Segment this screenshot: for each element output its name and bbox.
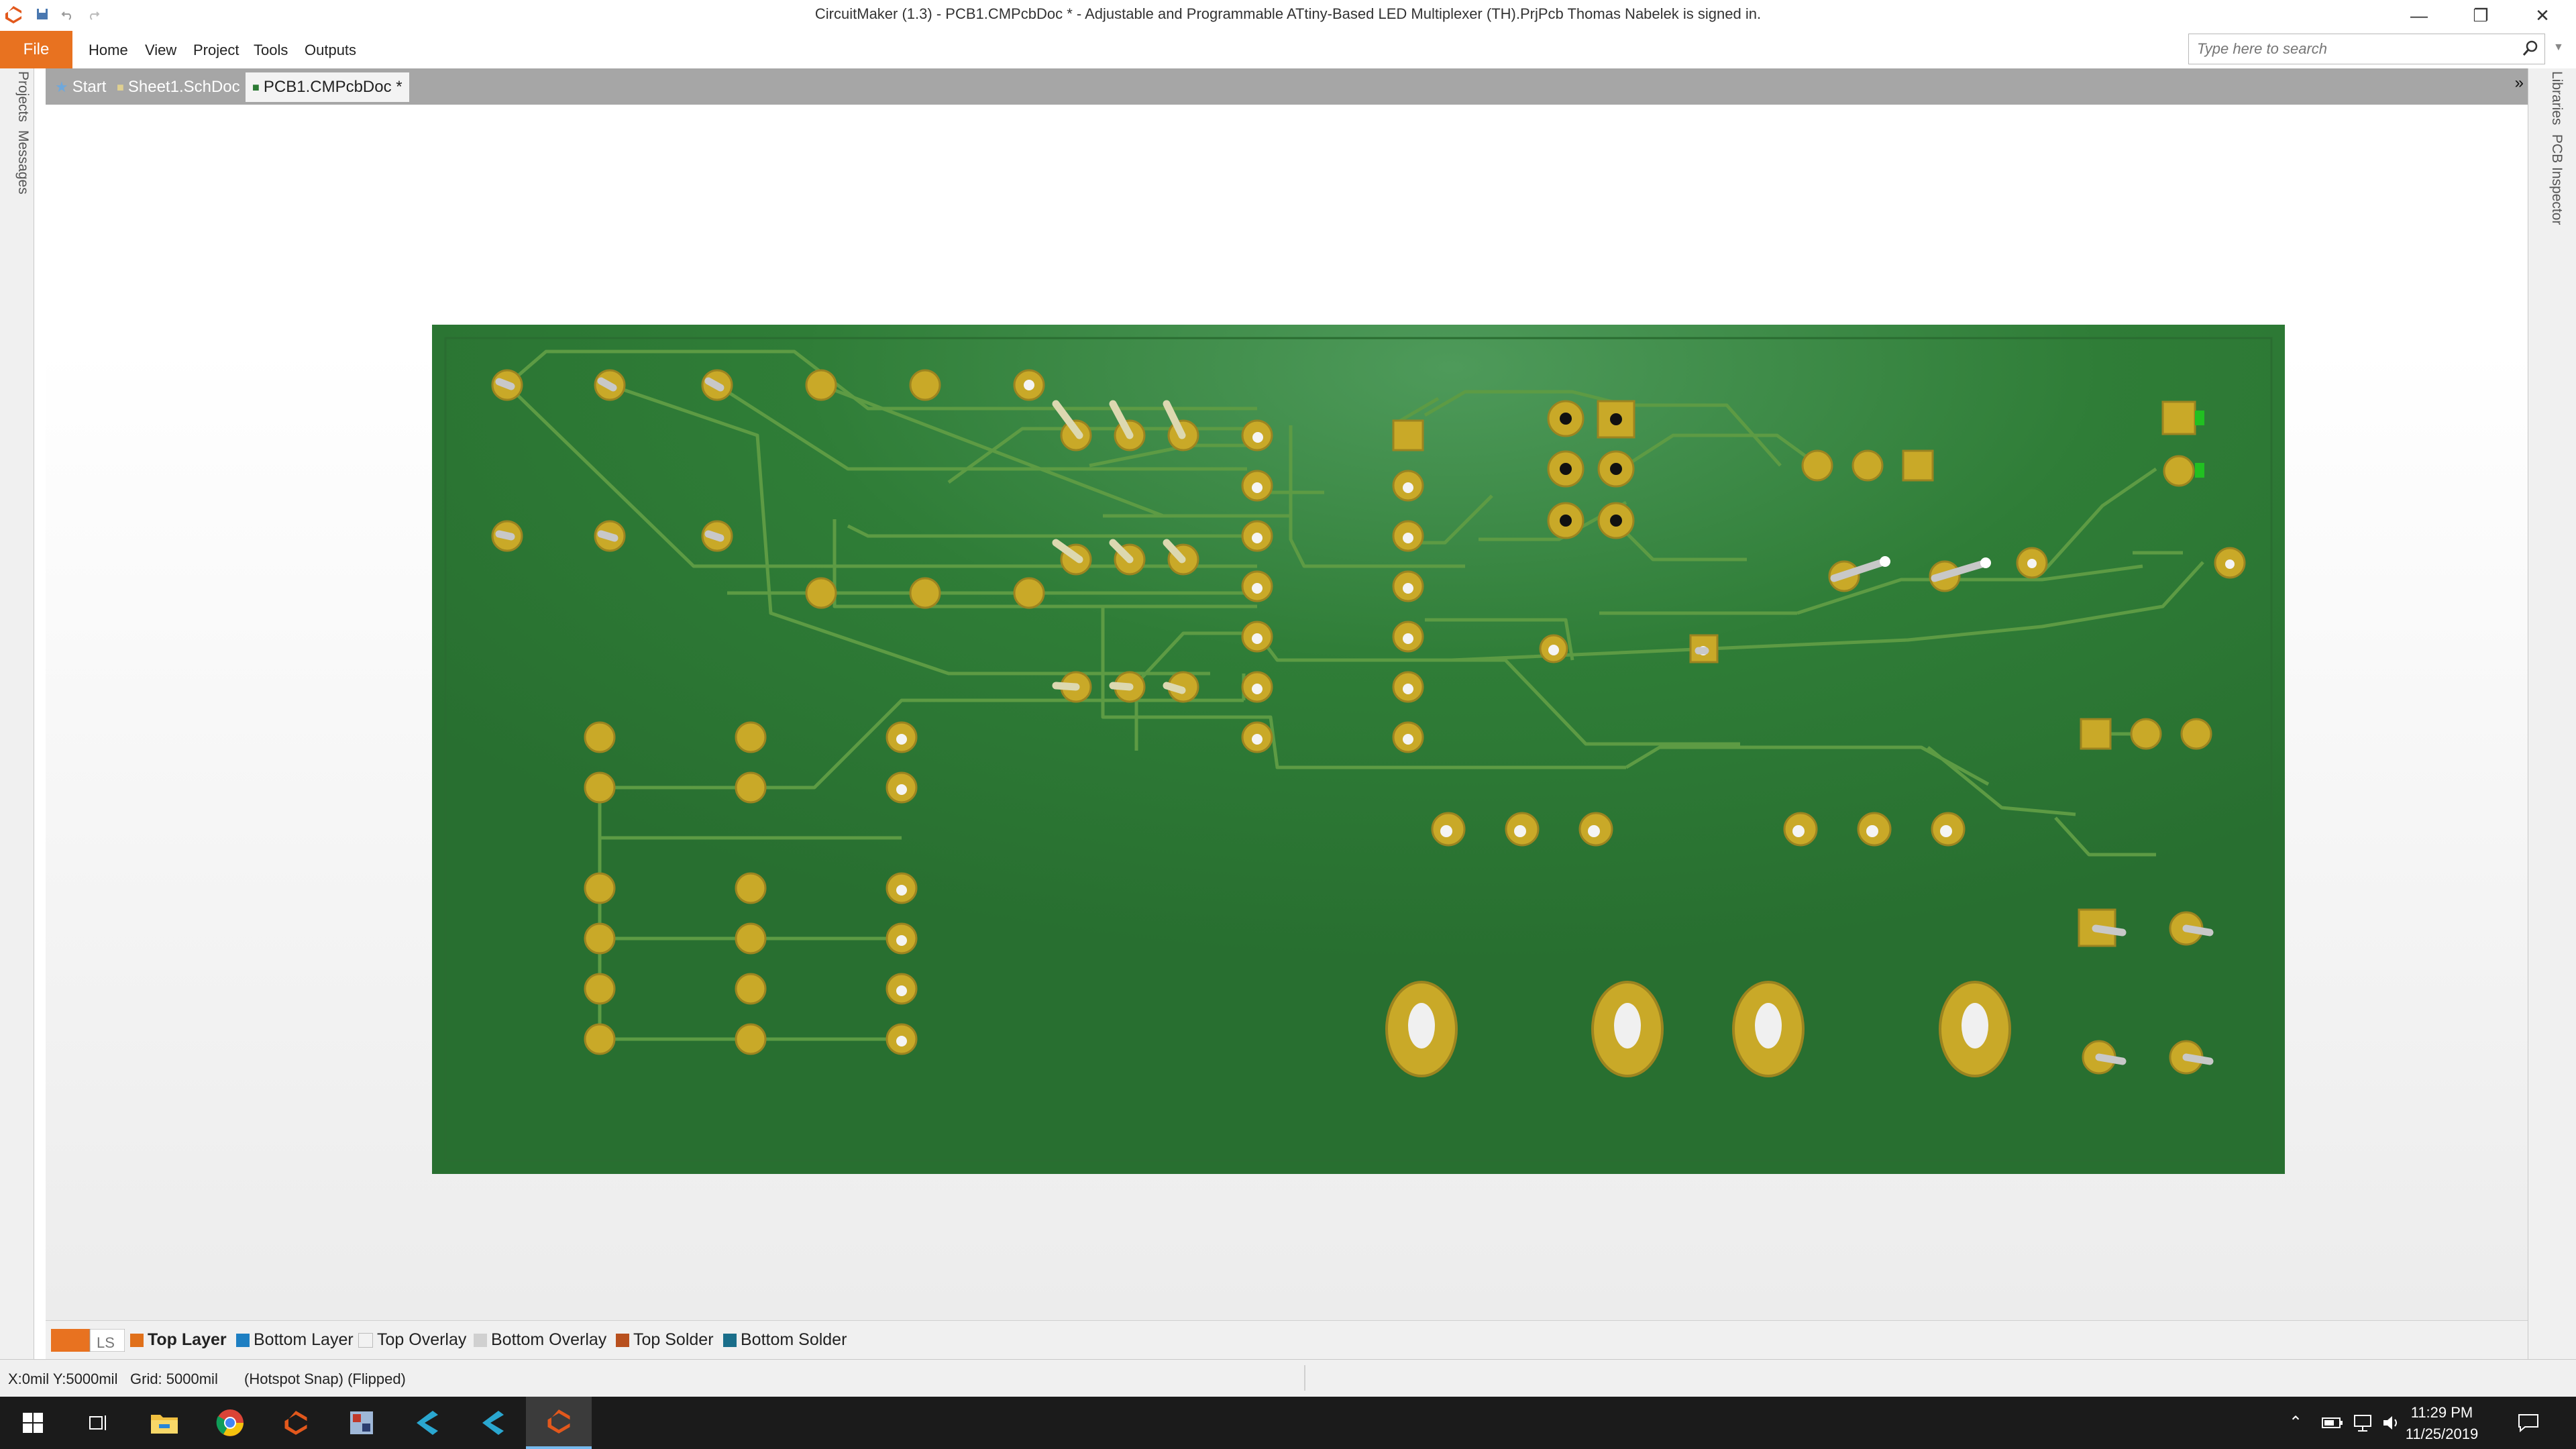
windows-start-button[interactable] (0, 1397, 66, 1449)
right-side-panel: Libraries PCB Inspector (2528, 68, 2576, 1397)
chrome-icon (216, 1409, 244, 1436)
menu-project[interactable]: Project (193, 42, 239, 59)
layer-color-swatch (616, 1333, 629, 1347)
minimize-button[interactable]: — (2385, 0, 2453, 31)
menu-tools[interactable]: Tools (254, 42, 288, 59)
clock-time: 11:29 PM (2410, 1404, 2473, 1421)
layer-label: Top Overlay (377, 1330, 467, 1349)
pcb-board[interactable] (432, 325, 2285, 1174)
windows-logo-icon (23, 1413, 43, 1433)
menu-outputs[interactable]: Outputs (305, 42, 356, 59)
snap-mode: (Hotspot Snap) (Flipped) (244, 1371, 406, 1387)
layer-color-swatch (723, 1333, 737, 1347)
tab-label: PCB1.CMPcbDoc * (263, 78, 402, 96)
task-view-icon (89, 1415, 106, 1430)
tab-label: Sheet1.SchDoc (127, 78, 240, 96)
menu-view[interactable]: View (145, 42, 176, 59)
schematic-doc-icon: ■ (117, 80, 124, 94)
show-hidden-icons-icon[interactable]: ⌃ (2289, 1413, 2302, 1432)
taskbar-file-explorer[interactable] (131, 1397, 197, 1449)
panel-tab-pcb-inspector[interactable]: PCB Inspector (2538, 134, 2565, 225)
battery-icon[interactable] (2321, 1414, 2344, 1432)
ribbon-expand-icon[interactable]: ▼ (2553, 42, 2564, 54)
ribbon-menu: File Home View Project Tools Outputs ▼ (0, 31, 2576, 68)
layer-label: Top Solder (633, 1330, 714, 1349)
layer-color-swatch (358, 1332, 373, 1348)
layer-tabs-bar: LS Top Layer Bottom Layer Top Overlay Bo… (46, 1320, 2528, 1360)
network-icon[interactable] (2352, 1413, 2375, 1433)
kicad-icon (417, 1411, 438, 1435)
clock-date: 11/25/2019 (2405, 1426, 2479, 1442)
cursor-coordinates: X:0mil Y:5000mil (8, 1371, 118, 1387)
search-box[interactable] (2188, 34, 2545, 64)
taskbar-app-grid[interactable] (329, 1397, 394, 1449)
pcb-workspace[interactable] (46, 105, 2528, 1320)
taskbar-circuitmaker-active[interactable] (526, 1397, 592, 1449)
layer-color-swatch (130, 1333, 144, 1347)
circuitmaker-icon (547, 1409, 570, 1434)
taskbar-chrome[interactable] (197, 1397, 263, 1449)
close-button[interactable]: ✕ (2509, 0, 2576, 31)
green-marker (2195, 411, 2204, 425)
layer-tab-bottom-solder[interactable]: Bottom Solder (723, 1330, 847, 1350)
status-divider (1304, 1365, 1305, 1391)
layer-tab-bottom-layer[interactable]: Bottom Layer (236, 1330, 354, 1350)
layer-label: Top Layer (148, 1330, 227, 1349)
left-side-panel: Projects Messages (0, 68, 34, 1397)
layer-label: Bottom Layer (254, 1330, 354, 1349)
restore-button[interactable]: ❐ (2447, 0, 2514, 31)
layer-tab-top-solder[interactable]: Top Solder (616, 1330, 714, 1350)
tab-label: Start (72, 78, 107, 96)
search-input[interactable] (2196, 40, 2500, 58)
layer-tab-top-overlay[interactable]: Top Overlay (358, 1330, 466, 1350)
tab-overflow-icon[interactable]: » (2515, 74, 2524, 93)
task-view-button[interactable] (66, 1397, 131, 1449)
title-bar: CircuitMaker (1.3) - PCB1.CMPcbDoc * - A… (0, 0, 2576, 31)
file-menu-button[interactable]: File (0, 31, 72, 68)
windows-taskbar: ⌃ 11:29 PM 11/25/2019 (0, 1397, 2576, 1449)
menu-home[interactable]: Home (89, 42, 128, 59)
status-bar: X:0mil Y:5000mil Grid: 5000mil (Hotspot … (0, 1359, 2576, 1397)
panel-tab-messages[interactable]: Messages (4, 130, 31, 195)
layer-tab-top-layer[interactable]: Top Layer (130, 1330, 227, 1350)
layer-label: Bottom Overlay (491, 1330, 607, 1349)
home-icon: ★ (55, 78, 68, 95)
layer-tab-bottom-overlay[interactable]: Bottom Overlay (474, 1330, 606, 1350)
pad (2163, 455, 2195, 487)
app-window-icon (350, 1411, 373, 1434)
system-clock[interactable]: 11:29 PM 11/25/2019 (2395, 1402, 2489, 1445)
search-icon[interactable] (2520, 38, 2540, 58)
tab-sheet1-schdoc[interactable]: ■ Sheet1.SchDoc (110, 72, 247, 102)
panel-tab-libraries[interactable]: Libraries (2538, 71, 2565, 125)
pcb-doc-icon: ■ (252, 80, 260, 94)
folder-icon (151, 1415, 178, 1434)
taskbar-kicad-2[interactable] (460, 1397, 526, 1449)
tab-start[interactable]: ★ Start (48, 72, 113, 102)
green-marker (2195, 463, 2204, 478)
layer-label: Bottom Solder (741, 1330, 847, 1349)
kicad-icon (482, 1411, 504, 1435)
layer-color-swatch (236, 1333, 250, 1347)
panel-tab-projects[interactable]: Projects (4, 71, 31, 122)
window-title: CircuitMaker (1.3) - PCB1.CMPcbDoc * - A… (814, 5, 1762, 22)
layer-color-swatch (474, 1333, 487, 1347)
ls-label: LS (97, 1334, 115, 1351)
action-center-icon[interactable] (2517, 1413, 2540, 1433)
document-tab-strip: ★ Start ■ Sheet1.SchDoc ■ PCB1.CMPcbDoc … (46, 68, 2528, 105)
taskbar-kicad-1[interactable] (394, 1397, 460, 1449)
grid-size: Grid: 5000mil (130, 1371, 218, 1387)
taskbar-circuitmaker-1[interactable] (263, 1397, 329, 1449)
tab-pcb1-cmpcbdoc[interactable]: ■ PCB1.CMPcbDoc * (246, 72, 409, 102)
circuitmaker-icon (284, 1411, 307, 1435)
